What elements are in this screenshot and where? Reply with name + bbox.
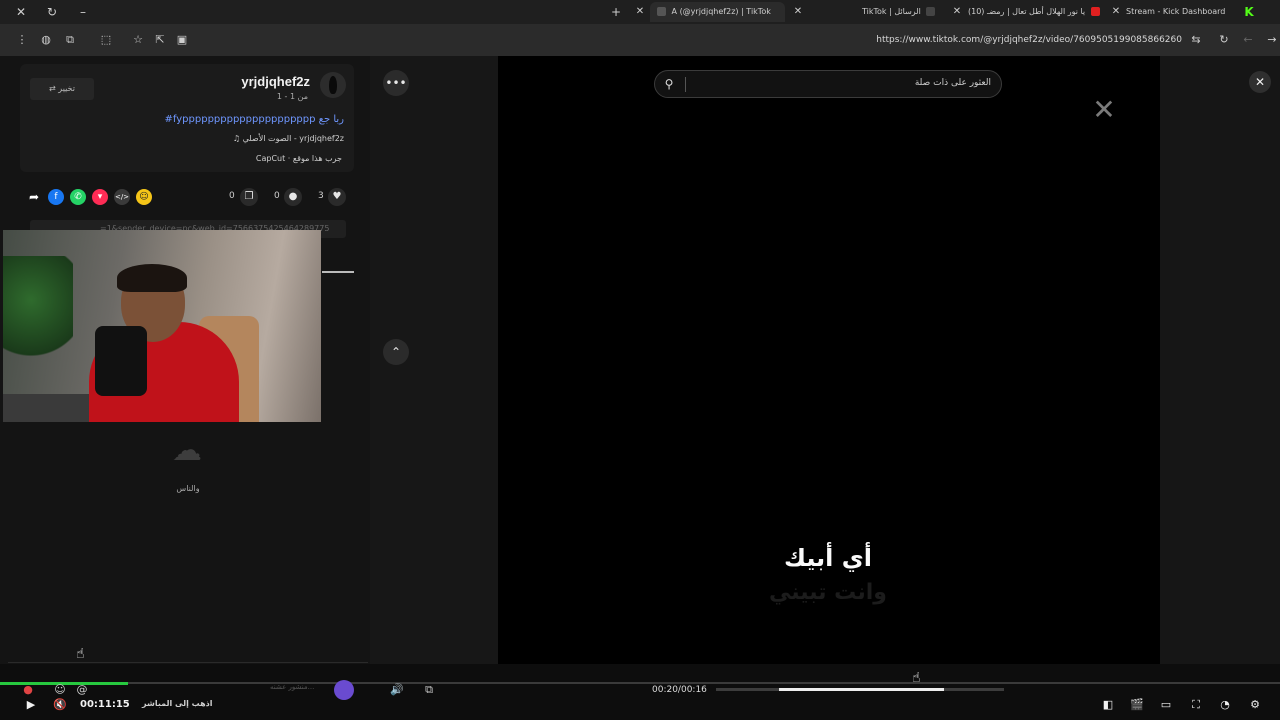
- tab-label: Stream - Kick Dashboard: [1126, 7, 1226, 16]
- send-icon[interactable]: [334, 680, 354, 700]
- mention-icon[interactable]: @: [74, 682, 90, 698]
- no-comments-label: والناس: [176, 484, 200, 493]
- likes-count: 3: [318, 191, 324, 201]
- volume-icon[interactable]: 🔊: [386, 680, 408, 700]
- video-caption-sub: وانت تبيني: [769, 580, 887, 605]
- close-icon[interactable]: ✕: [1249, 71, 1271, 93]
- webcam-plant: [3, 256, 73, 366]
- back-icon[interactable]: →: [1264, 32, 1280, 48]
- clip-icon[interactable]: 🎬: [1128, 696, 1146, 714]
- post-info-card: yrjdjqhef2z 1 - من 1 ⇄ تخيير #fypppppppp…: [20, 64, 354, 172]
- tab-tiktok-video[interactable]: A (@yrjdjqhef2z) | TikTok: [650, 2, 785, 22]
- heart-icon[interactable]: ♥: [328, 188, 346, 206]
- avatar[interactable]: [320, 72, 346, 98]
- go-live-button[interactable]: اذهب إلى المباشر: [142, 699, 213, 708]
- capcut-template-link[interactable]: CapCut · جرب هذا موقع: [256, 154, 342, 163]
- divider: [685, 77, 686, 92]
- window-close-icon[interactable]: ✕: [12, 3, 30, 21]
- comments-count: 0: [274, 191, 280, 201]
- video-time: 00:20/00:16: [652, 685, 707, 695]
- webcam-person-hair: [117, 264, 187, 292]
- tiktok-share-icon[interactable]: ▾: [92, 189, 108, 205]
- tiktok-icon: [657, 7, 666, 16]
- navigation-strip: ••• ⌃: [322, 56, 498, 664]
- stream-elapsed-time: 00:11:15: [80, 699, 130, 710]
- reload-icon[interactable]: ↻: [43, 3, 61, 21]
- mouse-cursor-icon: ☝: [76, 646, 85, 662]
- screenshot-icon[interactable]: ▣: [174, 32, 190, 48]
- more-options-icon[interactable]: •••: [383, 70, 409, 96]
- chat-input[interactable]: منشور عشنه...: [270, 683, 314, 691]
- webcam-overlay: [3, 230, 321, 422]
- post-sound[interactable]: ♫ الصوت الأصلي - yrjdjqhef2z: [233, 134, 344, 143]
- chevron-up-icon[interactable]: ⌃: [383, 339, 409, 365]
- site-settings-icon[interactable]: ⇆: [1188, 32, 1204, 48]
- tab-close-icon[interactable]: ✕: [632, 3, 648, 21]
- browser-toolbar: ⋮ ◍ ⧉ ⬚ ☆ ⇱ ▣ https://www.tiktok.com/@yr…: [0, 24, 1280, 56]
- tab-close-icon[interactable]: ✕: [1108, 3, 1124, 21]
- minimize-icon[interactable]: –: [74, 3, 92, 21]
- mouse-cursor-icon: ☝: [912, 670, 921, 686]
- search-icon[interactable]: ⚲: [661, 76, 677, 92]
- playback-speed-icon[interactable]: ◔: [1216, 696, 1234, 714]
- capcut-logo-icon: ✕: [1092, 93, 1116, 126]
- tab-search-icon[interactable]: ⬚: [98, 32, 114, 48]
- share-row: ➦ f ✆ ▾ </> ☺ 0 ❐ 0 ● 3 ♥: [26, 188, 356, 208]
- bookmark-star-icon[interactable]: ☆: [130, 32, 146, 48]
- kick-icon[interactable]: K: [1240, 3, 1258, 21]
- post-hashtags[interactable]: #fyppppppppppppppppppppp ربا جع: [165, 114, 344, 125]
- refresh-icon[interactable]: ↻: [1216, 32, 1232, 48]
- video-search-input[interactable]: ⚲ العثور على ذات صلة: [654, 70, 1002, 98]
- share-page-icon[interactable]: ⇱: [152, 32, 168, 48]
- extension-icon[interactable]: ⧉: [62, 32, 78, 48]
- tab-close-icon[interactable]: ✕: [949, 3, 965, 21]
- video-progress-fill: [779, 688, 944, 691]
- tab-close-icon[interactable]: ✕: [790, 3, 806, 21]
- new-tab-icon[interactable]: +: [607, 3, 625, 21]
- tab-tiktok-messages[interactable]: TikTok | الرسائل: [862, 2, 942, 22]
- screen: ✕ ↻ – + ✕ A (@yrjdjqhef2z) | TikTok ✕ Ti…: [0, 0, 1280, 720]
- fullscreen-toggle-icon[interactable]: ⧉: [418, 680, 440, 700]
- forward-icon[interactable]: ←: [1240, 32, 1256, 48]
- miniplayer-icon[interactable]: ◧: [1099, 696, 1117, 714]
- fullscreen-icon[interactable]: ⛶: [1187, 696, 1205, 714]
- bookmark-icon[interactable]: ❐: [240, 188, 258, 206]
- video-progress-bar[interactable]: [716, 688, 1004, 691]
- menu-dots-icon[interactable]: ⋮: [14, 32, 30, 48]
- right-margin: [1160, 56, 1280, 664]
- stream-control-bar: ● ☺ @ منشور عشنه... 🔊 ⧉ 00:20/00:16 ☝ ▶ …: [0, 664, 1280, 720]
- tab-kick-dashboard[interactable]: Stream - Kick Dashboard: [1126, 2, 1236, 22]
- video-player[interactable]: ⚲ العثور على ذات صلة ✕ أي أبيك وانت تبين…: [498, 56, 1160, 664]
- play-icon[interactable]: ▶: [22, 696, 40, 714]
- embed-icon[interactable]: </>: [114, 189, 130, 205]
- divider: [8, 662, 368, 663]
- post-username[interactable]: yrjdjqhef2z: [241, 74, 310, 89]
- whatsapp-icon[interactable]: ✆: [70, 189, 86, 205]
- tab-label: A (@yrjdjqhef2z) | TikTok: [671, 7, 771, 16]
- tiktok-icon: [926, 7, 936, 16]
- globe-icon[interactable]: ◍: [38, 32, 54, 48]
- youtube-icon: [1090, 7, 1100, 16]
- video-caption-main: أي أبيك: [784, 544, 872, 572]
- webcam-microphone: [95, 326, 147, 396]
- facebook-icon[interactable]: f: [48, 189, 64, 205]
- share-arrow-icon[interactable]: ➦: [26, 189, 42, 205]
- compare-button[interactable]: ⇄ تخيير: [30, 78, 94, 100]
- post-details-panel: yrjdjqhef2z 1 - من 1 ⇄ تخيير #fypppppppp…: [0, 56, 370, 664]
- address-bar[interactable]: https://www.tiktok.com/@yrjdjqhef2z/vide…: [876, 32, 1182, 48]
- saves-count: 0: [229, 191, 235, 201]
- post-date: 1 - من 1: [276, 92, 308, 101]
- no-comments-icon: ☁: [172, 433, 202, 468]
- comment-icon[interactable]: ●: [284, 188, 302, 206]
- tab-label: (10) يا نور الهلال أطل تعال | رمضـ: [968, 7, 1086, 16]
- emoji-icon[interactable]: ☺: [136, 189, 152, 205]
- divider: [322, 271, 354, 273]
- settings-gear-icon[interactable]: ⚙: [1246, 696, 1264, 714]
- search-placeholder: العثور على ذات صلة: [914, 78, 991, 88]
- tab-label: TikTok | الرسائل: [862, 7, 921, 16]
- mute-icon[interactable]: 🔇: [51, 696, 69, 714]
- tab-youtube[interactable]: (10) يا نور الهلال أطل تعال | رمضـ: [968, 2, 1100, 22]
- browser-tabbar: ✕ ↻ – + ✕ A (@yrjdjqhef2z) | TikTok ✕ Ti…: [0, 0, 1280, 24]
- theater-mode-icon[interactable]: ▭: [1157, 696, 1175, 714]
